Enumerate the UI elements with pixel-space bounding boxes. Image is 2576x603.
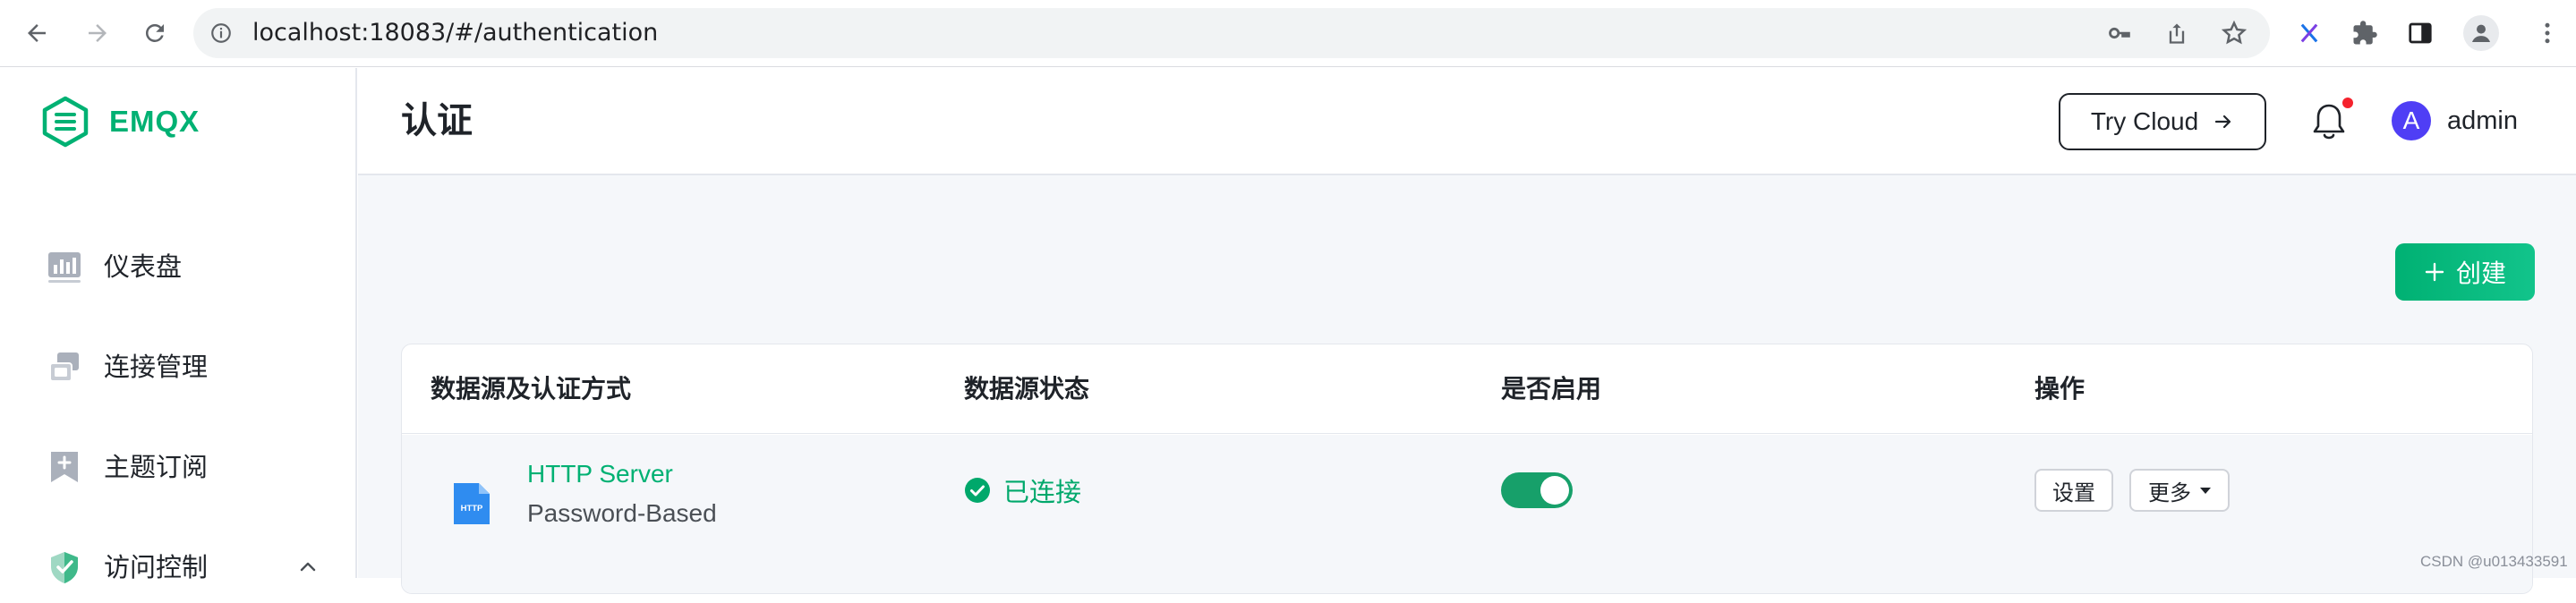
sidebar-item-label: 连接管理: [104, 352, 209, 382]
sidebar-item-label: 主题订阅: [104, 452, 209, 482]
caret-down-icon: [2200, 487, 2211, 494]
more-vertical-icon[interactable]: [2531, 17, 2563, 49]
check-circle-icon: [965, 478, 990, 503]
table-row: HTTP HTTP Server Password-Based 已连接 设置 更…: [402, 435, 2532, 593]
sidebar: EMQX 仪表盘 连接管理 主题订阅 访问控制: [0, 68, 357, 583]
column-header: 数据源及认证方式: [431, 374, 632, 403]
extensions-puzzle-icon[interactable]: [2349, 17, 2381, 49]
authentication-table: 数据源及认证方式 数据源状态 是否启用 操作 HTTP HTTP Server …: [401, 344, 2533, 594]
logo-text: EMQX: [109, 105, 200, 138]
page-title: 认证: [401, 100, 473, 141]
settings-label: 设置: [2052, 480, 2095, 505]
page-header: 认证 Try Cloud A admin: [358, 68, 2576, 175]
profile-icon[interactable]: [2463, 15, 2499, 51]
create-button[interactable]: 创建: [2395, 243, 2535, 301]
avatar[interactable]: A: [2392, 101, 2431, 140]
sidebar-item-access-control[interactable]: 访问控制: [0, 531, 355, 603]
watermark: CSDN @u013433591: [2420, 553, 2568, 570]
sidebar-item-label: 访问控制: [104, 552, 209, 582]
settings-button[interactable]: 设置: [2034, 469, 2113, 512]
connections-icon: [49, 352, 79, 382]
username[interactable]: admin: [2447, 68, 2518, 174]
reload-button[interactable]: [134, 13, 175, 54]
key-icon[interactable]: [2105, 19, 2134, 47]
site-info-icon[interactable]: [209, 21, 233, 48]
reload-icon: [145, 23, 164, 42]
chevron-up-icon: [300, 562, 316, 572]
emqx-logo-icon: [42, 96, 89, 148]
column-header: 是否启用: [1501, 374, 1602, 403]
create-label: 创建: [2455, 259, 2506, 288]
column-header: 操作: [2034, 374, 2086, 403]
shield-check-icon: [51, 552, 78, 583]
table-header: 数据源及认证方式 数据源状态 是否启用 操作: [402, 344, 2532, 434]
sidebar-item-subscriptions[interactable]: 主题订阅: [0, 431, 355, 503]
sidebar-item-label: 仪表盘: [104, 251, 183, 282]
backend-name[interactable]: HTTP Server: [527, 460, 673, 488]
browser-toolbar: localhost:18083/#/authentication: [0, 0, 2576, 67]
url-text[interactable]: localhost:18083/#/authentication: [252, 8, 658, 58]
status-badge: 已连接: [964, 472, 1081, 508]
side-panel-icon[interactable]: [2404, 17, 2436, 49]
extension-x-icon[interactable]: [2293, 17, 2325, 49]
arrow-right-icon: [89, 24, 107, 42]
main-content: 创建 数据源及认证方式 数据源状态 是否启用 操作 HTTP HTTP Serv…: [358, 175, 2576, 594]
try-cloud-label: Try Cloud: [2090, 107, 2199, 135]
toggle-knob: [1540, 476, 1569, 505]
sidebar-item-dashboard[interactable]: 仪表盘: [0, 231, 355, 302]
logo[interactable]: EMQX: [41, 95, 200, 149]
back-button[interactable]: [16, 13, 57, 54]
try-cloud-button[interactable]: Try Cloud: [2059, 93, 2266, 150]
plus-icon: [2424, 261, 2445, 283]
http-server-icon: HTTP: [454, 483, 490, 524]
status-text: 已连接: [1003, 477, 1082, 507]
sidebar-item-connections[interactable]: 连接管理: [0, 331, 355, 403]
mechanism-name: Password-Based: [527, 499, 717, 527]
enable-toggle[interactable]: [1501, 472, 1573, 508]
address-bar[interactable]: localhost:18083/#/authentication: [193, 8, 2270, 58]
column-header: 数据源状态: [964, 374, 1090, 403]
notification-dot: [2342, 98, 2353, 108]
dashboard-icon: [48, 252, 81, 283]
share-icon[interactable]: [2162, 19, 2191, 47]
arrow-right-icon: [2213, 111, 2234, 132]
subscriptions-icon: [51, 452, 78, 482]
bookmark-star-icon[interactable]: [2220, 19, 2248, 47]
more-dropdown-button[interactable]: 更多: [2129, 469, 2230, 512]
forward-button[interactable]: [77, 13, 118, 54]
arrow-left-icon: [28, 24, 46, 42]
more-label: 更多: [2148, 480, 2191, 505]
http-icon-text: HTTP: [461, 504, 483, 514]
